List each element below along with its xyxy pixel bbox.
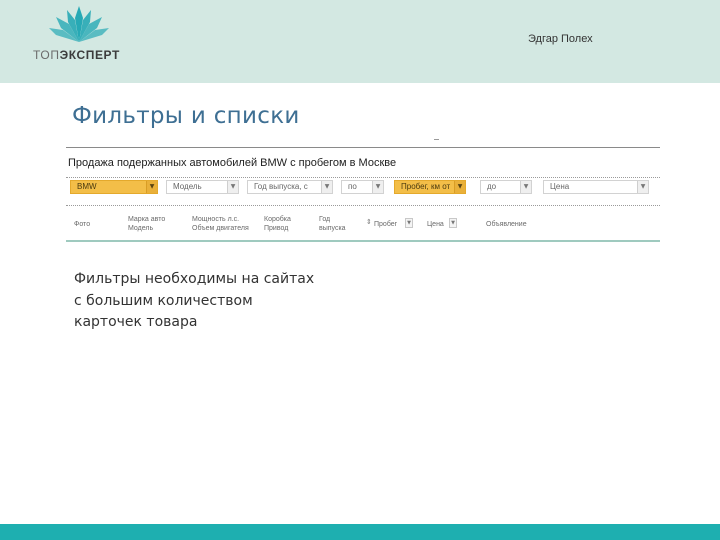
dotted-divider [66,177,660,178]
chevron-down-icon: ▼ [372,181,383,193]
filter-label: до [487,182,497,191]
logo: ТОПЭКСПЕРТ [30,4,130,76]
embedded-screenshot: Продажа подержанных автомобилей BMW с пр… [66,147,660,242]
column-header-listing[interactable]: Объявление [486,220,527,229]
chevron-down-icon: ▼ [454,181,465,193]
decorative-mark [434,139,439,140]
filter-price-select[interactable]: Цена ▼ [543,180,649,194]
column-header-make-model[interactable]: Марка авто Модель [128,215,165,233]
filter-brand-select[interactable]: BMW ▼ [70,180,158,194]
filter-label: Модель [173,182,202,191]
divider-bottom [66,240,660,242]
filter-label: Цена [550,182,570,191]
dotted-divider [66,205,660,206]
filter-label: по [348,182,357,191]
chevron-down-icon: ▼ [227,181,238,193]
footer-band [0,524,720,540]
logo-wordmark: ТОПЭКСПЕРТ [33,48,120,62]
chevron-down-icon: ▼ [146,181,157,193]
divider-top [66,147,660,148]
listing-heading: Продажа подержанных автомобилей BMW с пр… [68,157,397,169]
slide-body-text: Фильтры необходимы на сайтах с большим к… [74,269,314,334]
sort-toggle-icon[interactable]: ▼ [405,218,413,228]
filter-year-from-select[interactable]: Год выпуска, с ▼ [247,180,333,194]
filter-mileage-from-select[interactable]: Пробег, км от ▼ [394,180,466,194]
chevron-down-icon: ▼ [637,181,648,193]
filter-label: Пробег, км от [401,182,451,191]
filter-year-to-select[interactable]: по ▼ [341,180,384,194]
column-header-price[interactable]: Цена [427,220,444,229]
column-header-mileage[interactable]: Пробег [374,220,397,229]
logo-flower-icon [49,6,109,42]
author-name: Эдгар Полех [528,33,593,45]
filter-label: Год выпуска, с [254,182,308,191]
header-band: ТОПЭКСПЕРТ Эдгар Полех [0,0,720,83]
column-header-photo[interactable]: Фото [74,220,90,229]
body-line: карточек товара [74,314,198,330]
column-header-power-engine[interactable]: Мощность л.с. Объем двигателя [192,215,249,233]
column-header-year[interactable]: Год выпуска [319,215,346,233]
chevron-down-icon: ▼ [321,181,332,193]
column-header-gearbox-drive[interactable]: Коробка Привод [264,215,291,233]
chevron-down-icon: ▼ [520,181,531,193]
body-line: Фильтры необходимы на сайтах [74,271,315,287]
sort-toggle-icon[interactable]: ▼ [449,218,457,228]
slide-title: Фильтры и списки [72,103,300,129]
filter-mileage-to-select[interactable]: до ▼ [480,180,532,194]
sort-arrows-icon[interactable]: ⇕ [366,218,372,226]
filter-model-select[interactable]: Модель ▼ [166,180,239,194]
body-line: с большим количеством [74,292,253,309]
filter-label: BMW [77,182,97,191]
